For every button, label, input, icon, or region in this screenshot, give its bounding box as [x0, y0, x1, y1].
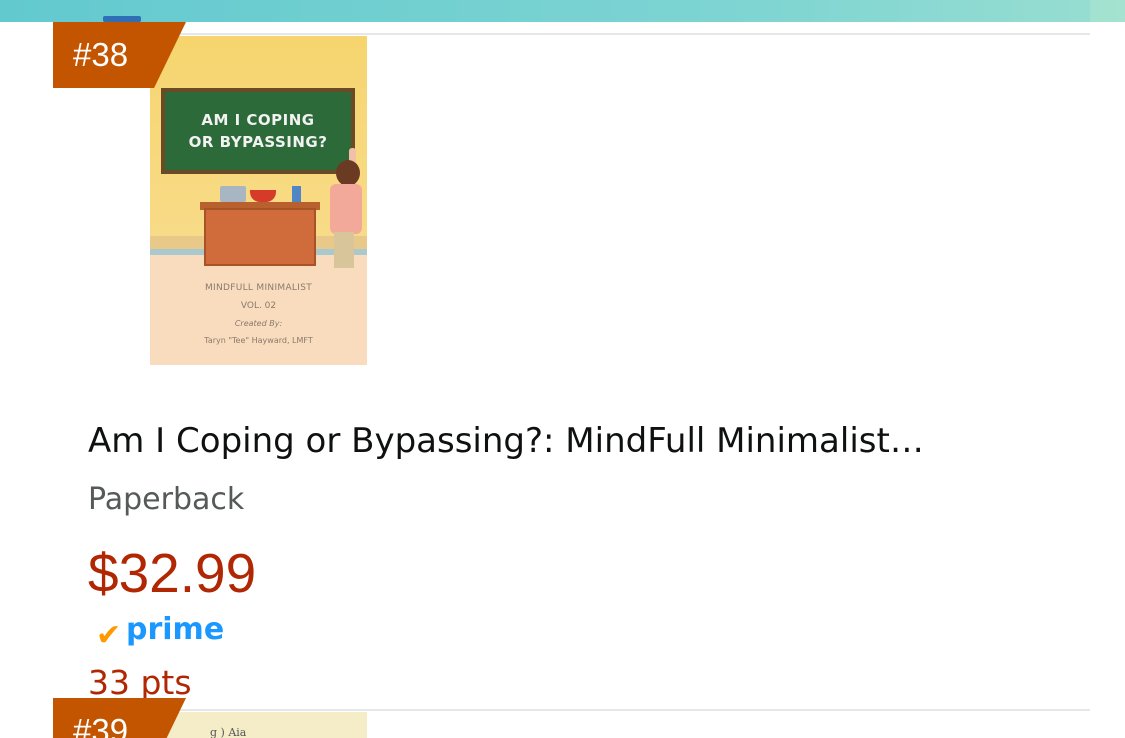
- cover-series: MINDFULL MINIMALIST: [204, 283, 313, 293]
- header-band-inner: [0, 0, 1090, 22]
- cover-laptop: [220, 186, 246, 202]
- results-list: AM I COPING OR BYPASSING? MINDFULL MINIM…: [0, 0, 1125, 738]
- cover-volume: VOL. 02: [240, 301, 277, 311]
- cover-cup: [292, 186, 301, 202]
- product-title[interactable]: Am I Coping or Bypassing?: MindFull Mini…: [88, 421, 1048, 461]
- product-image[interactable]: g ) Aia: [150, 712, 367, 738]
- cover-board-line1: AM I COPING: [201, 111, 315, 129]
- cover-partial-text: g ) Aia: [210, 726, 247, 738]
- cover-author: Taryn "Tee" Hayward, LMFT: [204, 336, 313, 345]
- prime-label: prime: [126, 612, 225, 647]
- product-price: $32.99: [88, 542, 257, 604]
- item-divider: [150, 33, 1090, 35]
- product-format[interactable]: Paperback: [88, 482, 244, 517]
- cover-board-line2: OR BYPASSING?: [188, 133, 328, 151]
- cover-desk: [204, 208, 316, 266]
- product-image[interactable]: AM I COPING OR BYPASSING? MINDFULL MINIM…: [150, 36, 367, 365]
- cover-kid-body: [330, 184, 362, 234]
- item-divider: [150, 709, 1090, 711]
- rank-badge: #39: [53, 698, 186, 738]
- cover-created-by: Created By:: [234, 319, 283, 328]
- prime-badge: ✔ prime: [96, 610, 246, 656]
- reward-points: 33 pts: [88, 663, 192, 702]
- cover-chalkboard: AM I COPING OR BYPASSING?: [161, 88, 355, 174]
- cover-kid-legs: [334, 232, 354, 268]
- prime-check-icon: ✔: [96, 618, 122, 653]
- cover-kid-head: [336, 160, 360, 186]
- header-accent: [103, 16, 141, 22]
